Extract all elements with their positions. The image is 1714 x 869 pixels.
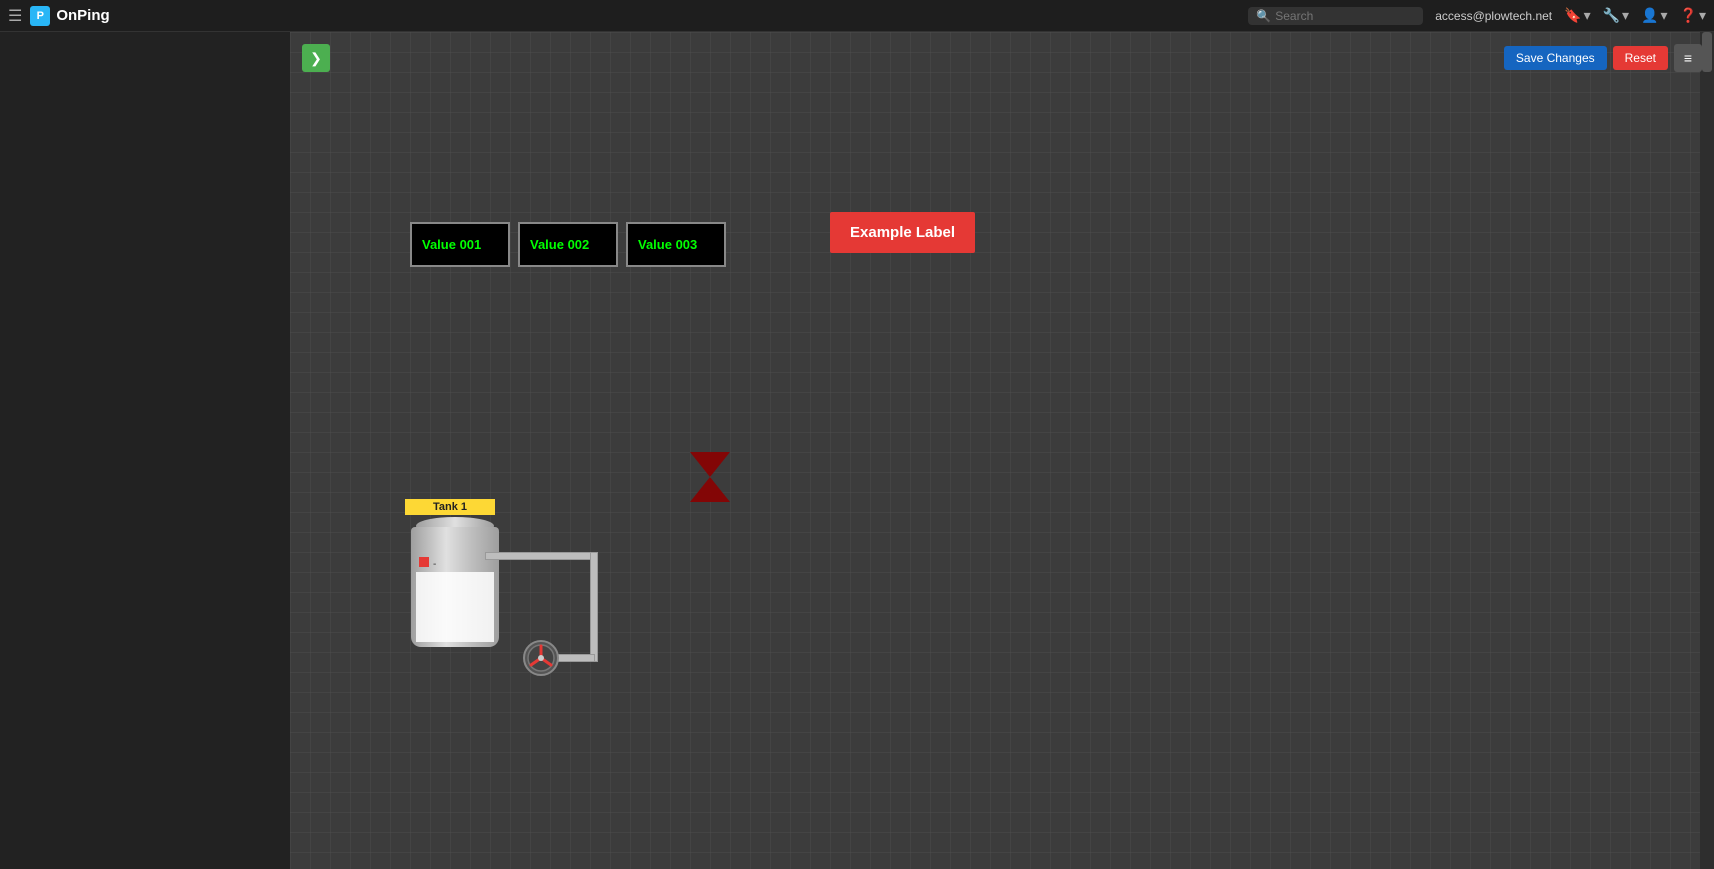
user-btn[interactable]: 👤 ▾	[1641, 7, 1667, 24]
value-box-003[interactable]: Value 003	[626, 222, 726, 267]
hamburger-icon[interactable]: ☰	[8, 6, 22, 26]
bookmark-chevron: ▾	[1584, 7, 1591, 24]
main-content: ❯ Save Changes Reset ≡ Value 001 Value 0…	[290, 32, 1714, 869]
hourglass-valve[interactable]	[680, 447, 740, 507]
help-btn[interactable]: ❓ ▾	[1680, 7, 1706, 24]
search-icon: 🔍	[1256, 9, 1271, 23]
example-label[interactable]: Example Label	[830, 212, 975, 253]
expand-button[interactable]: ❯	[302, 44, 330, 72]
user-chevron: ▾	[1661, 7, 1668, 24]
logo-text: OnPing	[56, 7, 109, 24]
pipe-vertical	[590, 552, 598, 662]
search-input[interactable]	[1275, 9, 1415, 23]
reset-button[interactable]: Reset	[1613, 46, 1668, 70]
wrench-chevron: ▾	[1622, 7, 1629, 24]
value-box-002[interactable]: Value 002	[518, 222, 618, 267]
tank-indicator-label: -	[433, 559, 436, 570]
value-box-001[interactable]: Value 001	[410, 222, 510, 267]
help-chevron: ▾	[1699, 7, 1706, 24]
tank-indicator	[419, 557, 429, 567]
tank-label: Tank 1	[405, 499, 495, 515]
user-icon: 👤	[1641, 7, 1658, 24]
scrollbar-thumb[interactable]	[1702, 32, 1712, 72]
logo-container: P OnPing	[30, 6, 109, 26]
sidebar	[0, 32, 290, 869]
wrench-icon: 🔧	[1603, 7, 1620, 24]
pump-circle[interactable]	[523, 640, 559, 676]
logo-icon: P	[30, 6, 50, 26]
navbar-right: 🔍 access@plowtech.net 🔖 ▾ 🔧 ▾ 👤 ▾ ❓ ▾	[1248, 7, 1706, 25]
tank-liquid	[416, 572, 494, 642]
navbar-left: ☰ P OnPing	[8, 6, 110, 26]
user-email: access@plowtech.net	[1435, 9, 1552, 23]
canvas-area[interactable]: ❯ Save Changes Reset ≡ Value 001 Value 0…	[290, 32, 1714, 869]
save-changes-button[interactable]: Save Changes	[1504, 46, 1607, 70]
help-icon: ❓	[1680, 7, 1697, 24]
toolbar: ❯ Save Changes Reset ≡	[302, 44, 1702, 72]
bookmark-btn[interactable]: 🔖 ▾	[1564, 7, 1590, 24]
pipe-horizontal-top	[485, 552, 595, 560]
pipe-system	[485, 532, 665, 712]
wrench-btn[interactable]: 🔧 ▾	[1603, 7, 1629, 24]
search-container[interactable]: 🔍	[1248, 7, 1423, 25]
menu-button[interactable]: ≡	[1674, 44, 1702, 72]
bookmark-icon: 🔖	[1564, 7, 1581, 24]
toolbar-right: Save Changes Reset ≡	[1504, 44, 1702, 72]
navbar: ☰ P OnPing 🔍 access@plowtech.net 🔖 ▾ 🔧 ▾…	[0, 0, 1714, 32]
scrollbar[interactable]	[1700, 32, 1714, 869]
